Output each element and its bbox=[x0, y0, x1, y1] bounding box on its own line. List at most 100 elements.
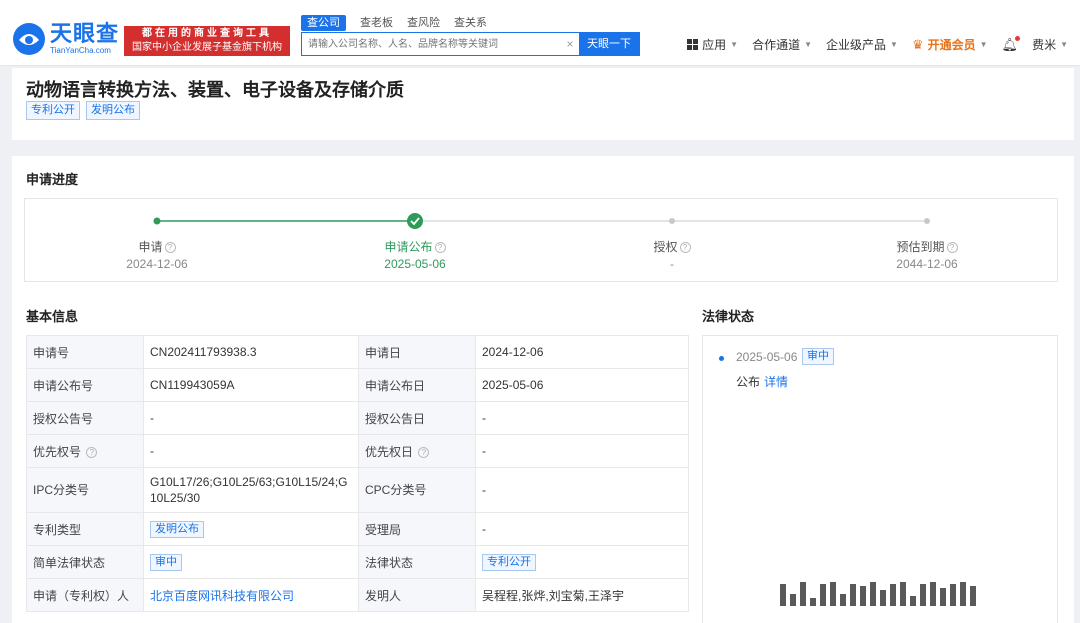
table-row: 简单法律状态 审中 法律状态 专利公开 bbox=[26, 545, 689, 579]
status-badge: 审中 bbox=[150, 553, 182, 571]
nav-enterprise[interactable]: 企业级产品 ▼ bbox=[826, 36, 898, 53]
step-name: 授权 bbox=[653, 240, 678, 254]
nav-apps[interactable]: 应用 ▼ bbox=[687, 36, 738, 53]
search-button[interactable]: 天眼一下 bbox=[579, 33, 639, 55]
label-grant-no: 授权公告号 bbox=[26, 401, 144, 435]
watermark-image bbox=[780, 578, 980, 606]
patent-type-tag: 发明公布 bbox=[150, 520, 204, 538]
label-cpc: CPC分类号 bbox=[358, 467, 476, 513]
step-publish: 申请公布? 2025-05-06 bbox=[345, 238, 485, 271]
search-type-tabs: 查公司 查老板 查风险 查关系 bbox=[301, 15, 501, 31]
table-row: 申请（专利权）人 北京百度网讯科技有限公司 发明人 吴程程,张烨,刘宝菊,王泽宇 bbox=[26, 578, 689, 612]
value-application-date: 2024-12-06 bbox=[475, 335, 689, 369]
notifications[interactable]: 🔔︎ bbox=[1001, 35, 1021, 53]
tab-risk[interactable]: 查风险 bbox=[407, 15, 440, 31]
help-icon[interactable]: ? bbox=[164, 242, 176, 253]
value-ipc: G10L17/26;G10L25/63;G10L15/24;G10L25/30 bbox=[143, 467, 359, 513]
site-logo[interactable]: 天眼查 TianYanCha.com bbox=[12, 22, 119, 56]
help-icon[interactable]: ? bbox=[86, 446, 98, 458]
tab-relation[interactable]: 查关系 bbox=[454, 15, 487, 31]
slogan-banner: 都在用的商业查询工具 国家中小企业发展子基金旗下机构 bbox=[124, 26, 290, 56]
caret-down-icon: ▼ bbox=[804, 40, 813, 49]
logo-domain: TianYanCha.com bbox=[50, 46, 111, 55]
logo-eye-icon bbox=[12, 22, 46, 56]
label-application-no: 申请号 bbox=[26, 335, 144, 369]
patent-detail-card: 申请进度 申请? 2024-12-06 申请公布? 2025-05-06 授权?… bbox=[12, 156, 1074, 623]
help-icon[interactable]: ? bbox=[434, 242, 446, 253]
detail-link[interactable]: 详情 bbox=[764, 375, 788, 389]
value-cpc: - bbox=[475, 467, 689, 513]
step-grant: 授权? - bbox=[602, 238, 742, 271]
value-office: - bbox=[475, 512, 689, 546]
logo-name: 天眼查 bbox=[50, 21, 120, 46]
search-bar: × 天眼一下 bbox=[301, 32, 640, 56]
help-icon[interactable]: ? bbox=[946, 242, 958, 253]
caret-down-icon: ▼ bbox=[1060, 40, 1068, 49]
help-icon[interactable]: ? bbox=[418, 446, 430, 458]
help-icon[interactable]: ? bbox=[679, 242, 691, 253]
label-patent-type: 专利类型 bbox=[26, 512, 144, 546]
nav-partner[interactable]: 合作通道 ▼ bbox=[752, 36, 812, 53]
step-expiry: 预估到期? 2044-12-06 bbox=[857, 238, 997, 271]
watermark-bars bbox=[780, 578, 980, 606]
timeline-dot bbox=[719, 356, 724, 361]
label-application-date: 申请日 bbox=[358, 335, 476, 369]
label-inventor: 发明人 bbox=[358, 578, 476, 612]
caret-down-icon: ▼ bbox=[979, 40, 988, 49]
nav-vip-label: 开通会员 bbox=[927, 38, 976, 52]
table-row: 授权公告号 - 授权公告日 - bbox=[26, 401, 689, 435]
nav-enterprise-label: 企业级产品 bbox=[826, 38, 887, 52]
bell-icon: 🔔︎ bbox=[1001, 35, 1021, 52]
value-grant-no: - bbox=[143, 401, 359, 435]
status-badge: 专利公开 bbox=[482, 553, 536, 571]
value-inventor: 吴程程,张烨,刘宝菊,王泽宇 bbox=[475, 578, 689, 612]
basic-info-title: 基本信息 bbox=[26, 309, 79, 324]
value-applicant: 北京百度网讯科技有限公司 bbox=[143, 578, 359, 612]
applicant-link[interactable]: 北京百度网讯科技有限公司 bbox=[150, 589, 294, 603]
nav-apps-label: 应用 bbox=[702, 38, 727, 52]
table-row: 优先权号 ? - 优先权日 ? - bbox=[26, 434, 689, 468]
value-publication-date: 2025-05-06 bbox=[475, 368, 689, 402]
user-menu[interactable]: 费米 ▼ bbox=[1032, 36, 1068, 53]
crown-icon: ♛ bbox=[911, 36, 924, 52]
value-legal-status: 专利公开 bbox=[475, 545, 689, 579]
value-application-no: CN202411793938.3 bbox=[143, 335, 359, 369]
table-row: IPC分类号 G10L17/26;G10L25/63;G10L15/24;G10… bbox=[26, 467, 689, 513]
check-icon bbox=[407, 213, 423, 229]
label-text: 优先权日 bbox=[365, 444, 414, 459]
step-dot-pending bbox=[669, 218, 675, 224]
step-date: 2025-05-06 bbox=[384, 257, 446, 271]
step-date: 2044-12-06 bbox=[896, 257, 958, 271]
legal-event: 公布 详情 bbox=[736, 373, 788, 390]
nav-vip[interactable]: ♛ 开通会员 ▼ bbox=[912, 36, 988, 53]
label-simple-legal-status: 简单法律状态 bbox=[26, 545, 144, 579]
label-grant-date: 授权公告日 bbox=[358, 401, 476, 435]
step-dot-done bbox=[153, 217, 161, 225]
legal-event-date: 2025-05-06 bbox=[736, 350, 798, 364]
grid-icon bbox=[687, 39, 699, 50]
caret-down-icon: ▼ bbox=[730, 40, 739, 49]
step-apply: 申请? 2024-12-06 bbox=[87, 238, 227, 271]
label-text: 优先权号 bbox=[33, 444, 82, 459]
status-badge: 审中 bbox=[802, 348, 834, 365]
clear-icon[interactable]: × bbox=[561, 33, 579, 55]
table-row: 专利类型 发明公布 受理局 - bbox=[26, 512, 689, 546]
tab-boss[interactable]: 查老板 bbox=[360, 15, 393, 31]
table-row: 申请号 CN202411793938.3 申请日 2024-12-06 bbox=[26, 335, 689, 369]
tag-invention-publication: 发明公布 bbox=[86, 101, 140, 120]
step-name: 申请公布 bbox=[384, 240, 433, 254]
value-patent-type: 发明公布 bbox=[143, 512, 359, 546]
label-legal-status: 法律状态 bbox=[358, 545, 476, 579]
progress-section-title: 申请进度 bbox=[26, 172, 79, 187]
value-priority-no: - bbox=[143, 434, 359, 468]
nav-partner-label: 合作通道 bbox=[752, 38, 801, 52]
step-name: 预估到期 bbox=[896, 240, 945, 254]
main-nav: 应用 ▼ 合作通道 ▼ 企业级产品 ▼ ♛ 开通会员 ▼ 🔔︎ 费米 ▼ bbox=[673, 35, 1068, 53]
legal-status-title: 法律状态 bbox=[702, 309, 755, 324]
search-input[interactable] bbox=[302, 33, 561, 55]
caret-down-icon: ▼ bbox=[890, 40, 898, 49]
notification-dot bbox=[1015, 35, 1021, 41]
tab-company[interactable]: 查公司 bbox=[301, 15, 346, 31]
value-grant-date: - bbox=[475, 401, 689, 435]
step-name: 申请 bbox=[138, 240, 163, 254]
